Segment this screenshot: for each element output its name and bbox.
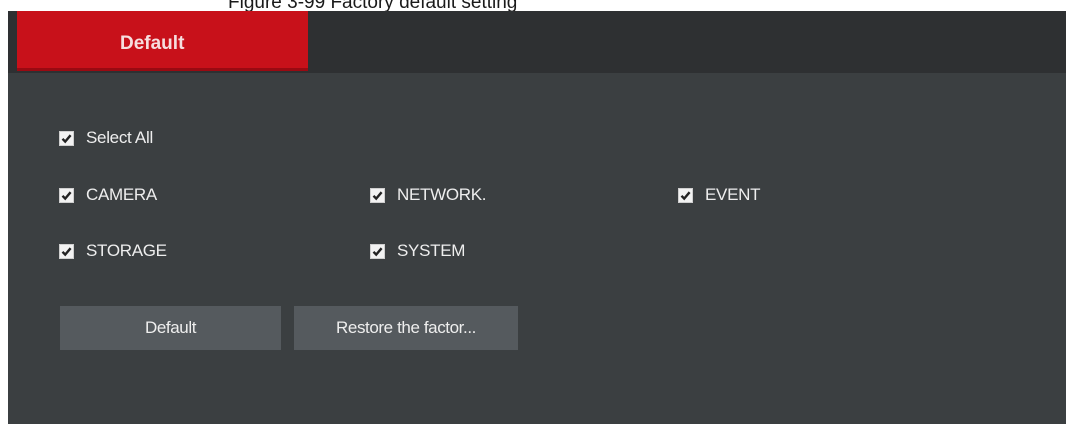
select-all-checkbox[interactable]: Select All [59,128,153,148]
tab-bar: Default [8,11,1066,73]
tab-default[interactable]: Default [17,11,308,71]
storage-checkbox[interactable]: STORAGE [59,241,167,261]
checkbox-checked-icon[interactable] [678,187,693,203]
event-checkbox[interactable]: EVENT [678,185,760,205]
storage-label: STORAGE [86,241,167,260]
settings-panel: Default Select All CAMERA NETWORK. EVENT… [8,11,1066,424]
camera-checkbox[interactable]: CAMERA [59,185,157,205]
restore-factory-button[interactable]: Restore the factor... [294,306,518,350]
system-checkbox[interactable]: SYSTEM [370,241,465,261]
tab-default-label: Default [120,33,185,54]
checkbox-checked-icon[interactable] [370,243,385,259]
network-label: NETWORK. [397,185,487,204]
checkbox-checked-icon[interactable] [59,130,74,146]
checkbox-checked-icon[interactable] [59,243,74,259]
event-label: EVENT [705,185,761,204]
default-button[interactable]: Default [60,306,281,350]
select-all-label: Select All [86,128,153,147]
network-checkbox[interactable]: NETWORK. [370,185,487,205]
camera-label: CAMERA [86,185,157,204]
system-label: SYSTEM [397,241,466,260]
checkbox-checked-icon[interactable] [370,187,385,203]
checkbox-checked-icon[interactable] [59,187,74,203]
